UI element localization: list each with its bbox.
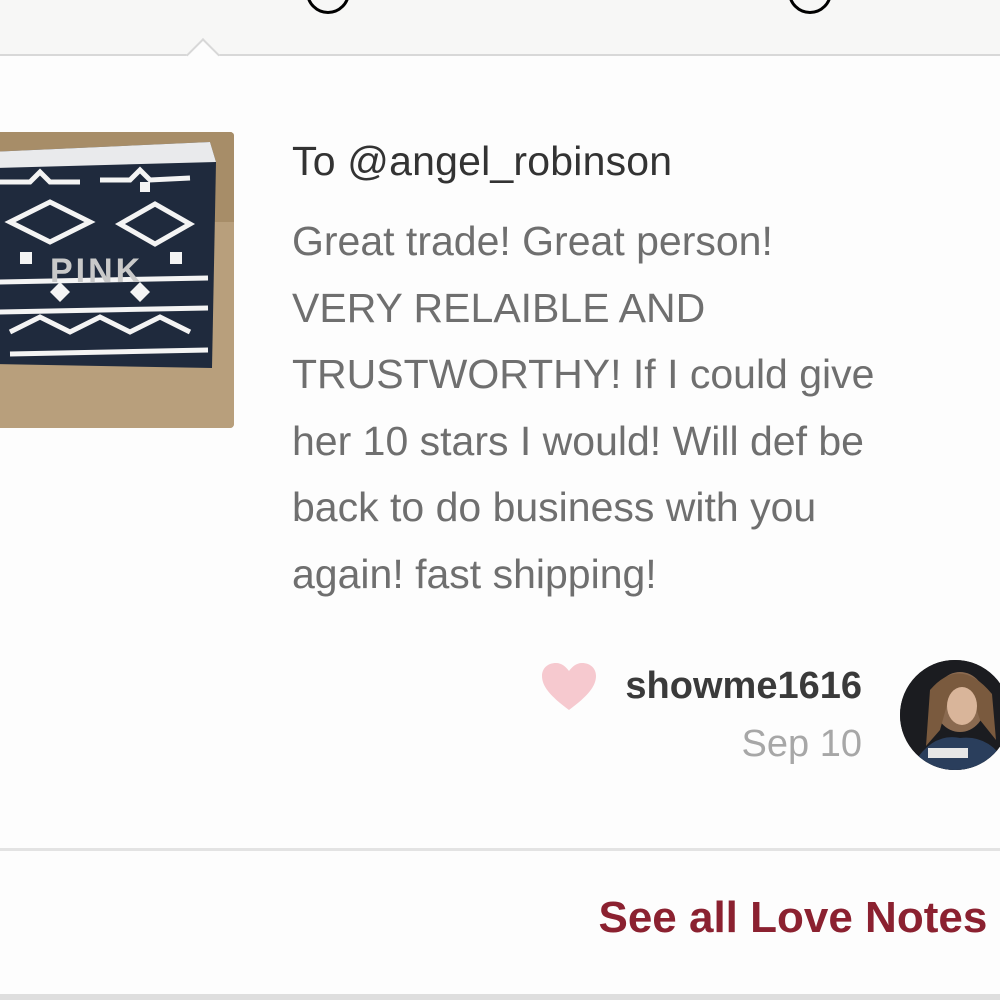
see-all-love-notes-link[interactable]: See all Love Notes » [598, 892, 1000, 944]
top-strip [0, 0, 1000, 54]
top-left-icon-fragment[interactable] [306, 0, 350, 14]
top-right-icon-fragment[interactable] [788, 0, 832, 14]
avatar-photo [900, 660, 1000, 770]
note-author: showme1616 Sep 10 [0, 656, 1000, 776]
note-body: Great trade! Great person! VERY RELAIBLE… [292, 218, 875, 597]
note-date: Sep 10 [741, 723, 862, 765]
note-recipient[interactable]: To @angel_robinson [292, 138, 1000, 184]
love-note-card: PINK To @angel_robinson Great trade! Gre… [0, 38, 1000, 996]
heart-icon[interactable] [540, 662, 598, 712]
author-username[interactable]: showme1616 [625, 664, 862, 708]
bottom-border [0, 994, 1000, 1000]
author-avatar[interactable] [900, 660, 1000, 770]
love-note-content: To @angel_robinson Great trade! Great pe… [292, 138, 1000, 607]
listing-thumbnail[interactable]: PINK [0, 132, 234, 428]
divider [0, 848, 1000, 851]
brand-lettering: PINK [50, 252, 143, 290]
listing-photo: PINK [0, 132, 234, 428]
